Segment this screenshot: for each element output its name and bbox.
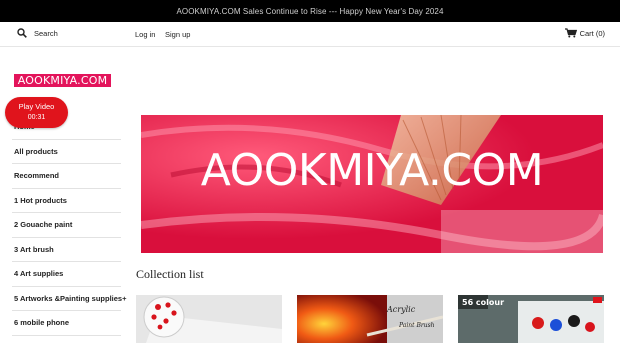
top-bar: Search Log in Sign up Cart (0) xyxy=(0,22,620,47)
nav-item-art-supplies[interactable]: 4 Art supplies xyxy=(12,262,121,287)
announcement-bar: AOOKMIYA.COM Sales Continue to Rise --- … xyxy=(0,0,620,22)
collection-image-palette xyxy=(136,295,282,343)
announcement-text: AOOKMIYA.COM Sales Continue to Rise --- … xyxy=(176,6,444,16)
signup-link[interactable]: Sign up xyxy=(165,30,190,39)
collection-card-subtitle: Paint Brush xyxy=(399,322,435,329)
nav-item-gouache-paint[interactable]: 2 Gouache paint xyxy=(12,213,121,238)
collection-card-title: 56 colour xyxy=(462,298,505,307)
video-duration: 00:31 xyxy=(27,114,46,121)
search-field[interactable]: Search xyxy=(17,28,58,38)
nav-item-hot-products[interactable]: 1 Hot products xyxy=(12,189,121,213)
login-link[interactable]: Log in xyxy=(135,30,155,39)
collection-card[interactable]: 56 colour xyxy=(458,295,604,343)
hero-title: AOOKMIYA.COM xyxy=(200,145,544,196)
search-label: Search xyxy=(34,28,58,38)
collection-card[interactable] xyxy=(136,295,282,343)
play-video-button[interactable]: Play Video 00:31 xyxy=(5,97,68,128)
cart-label: Cart (0) xyxy=(579,28,605,38)
collection-card[interactable]: Acrylic Paint Brush xyxy=(297,295,443,343)
collection-card-title: Acrylic xyxy=(387,305,416,314)
nav-item-artworks[interactable]: 5 Artworks &Painting supplies+ xyxy=(12,287,126,311)
site-logo[interactable]: AOOKMIYA.COM xyxy=(14,74,111,87)
collection-image-brushes xyxy=(297,295,443,343)
nav-item-mobile-phone[interactable]: 6 mobile phone xyxy=(12,311,121,336)
collection-list-title: Collection list xyxy=(136,267,204,281)
nav-item-art-brush[interactable]: 3 Art brush xyxy=(12,238,121,262)
play-video-label: Play Video xyxy=(18,102,55,111)
cart-link[interactable]: Cart (0) xyxy=(564,28,605,38)
search-icon xyxy=(17,28,27,38)
cart-icon xyxy=(564,28,577,38)
nav-item-recommend[interactable]: Recommend xyxy=(12,164,121,189)
hero-banner[interactable]: AOOKMIYA.COM xyxy=(141,115,603,253)
sidebar-nav: Home All products Recommend 1 Hot produc… xyxy=(12,115,126,336)
nav-item-all-products[interactable]: All products xyxy=(12,140,121,164)
